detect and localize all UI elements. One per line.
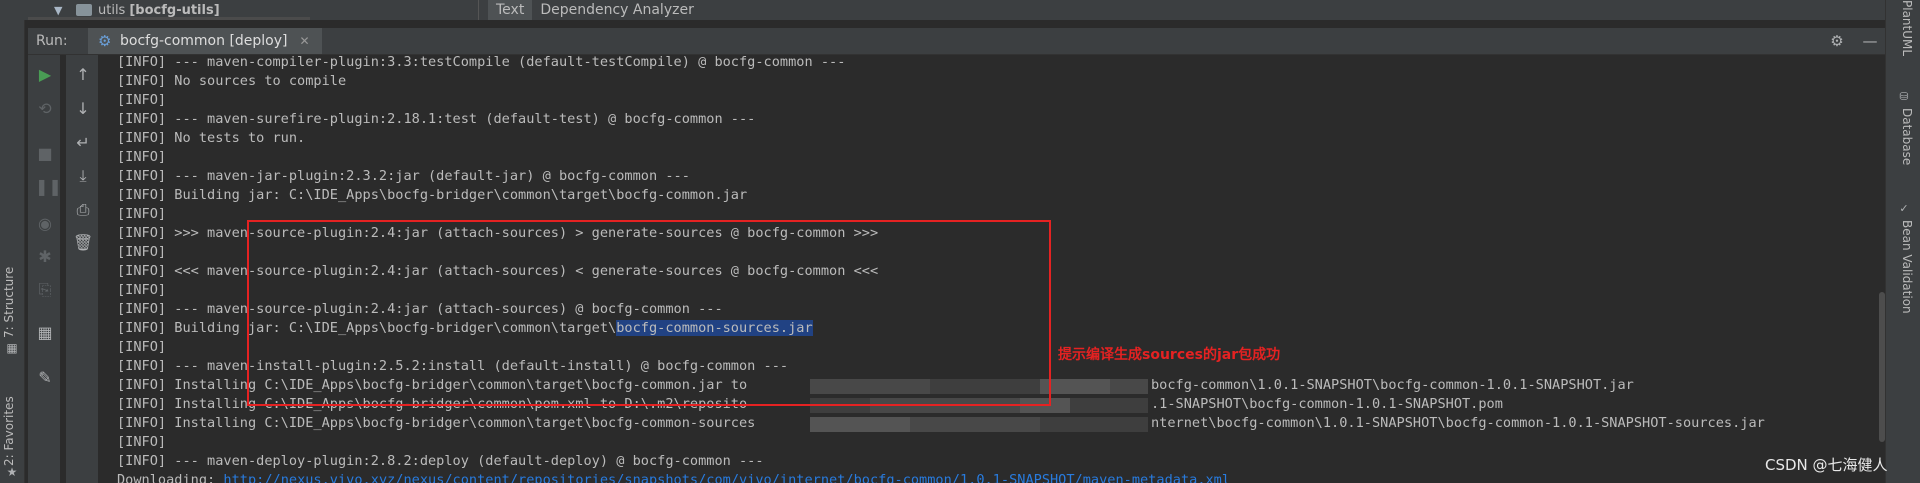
console-line-tail: nternet\bocfg-common\1.0.1-SNAPSHOT\bocf… [1151, 415, 1765, 431]
settings-gear-icon[interactable]: ⚙ [1828, 32, 1846, 50]
tree-item-module: [bocfg-utils] [129, 2, 220, 18]
console-line: [INFO] --- maven-compiler-plugin:3.3:tes… [117, 55, 846, 70]
folder-icon [76, 4, 92, 16]
console-line: [INFO] [117, 339, 167, 355]
maven-gear-icon: ⚙ [98, 32, 112, 50]
collapse-arrow-icon[interactable]: ▼ [54, 4, 68, 17]
debug-icon[interactable]: ✱ [35, 247, 55, 267]
divider [478, 0, 479, 20]
tree-selection-bar [28, 17, 310, 20]
arrow-down-icon[interactable]: ↓ [73, 99, 93, 119]
run-toolbar-primary: ▶ ⟲ ■ ❚❚ ◉ ✱ ⎘ ▦ ✎ [28, 55, 62, 483]
download-link[interactable]: http://nexus.vivo.xyz/nexus/content/repo… [223, 472, 1230, 483]
console-line: [INFO] [117, 244, 167, 260]
redacted-block [810, 417, 910, 432]
trash-icon[interactable]: 🗑 [73, 233, 93, 253]
run-tab-title: bocfg-common [deploy] [120, 33, 288, 49]
redacted-block [910, 417, 1040, 432]
console-line: [INFO] Installing C:\IDE_Apps\bocfg-brid… [117, 415, 756, 431]
run-label: Run: [36, 33, 68, 49]
tab-text[interactable]: Text [488, 0, 533, 20]
minimize-icon[interactable]: — [1861, 32, 1879, 50]
console-line: [INFO] No sources to compile [117, 73, 347, 89]
soft-wrap-icon[interactable]: ↵ [73, 133, 93, 153]
pin-icon[interactable]: ✎ [35, 368, 55, 388]
redacted-block [1110, 379, 1148, 394]
console-line: [INFO] [117, 282, 167, 298]
close-icon[interactable]: ✕ [300, 34, 310, 48]
console-line-downloading: Downloading: http://nexus.vivo.xyz/nexus… [117, 471, 1230, 483]
console-line: [INFO] --- maven-surefire-plugin:2.18.1:… [117, 111, 756, 127]
arrow-up-icon[interactable]: ↑ [73, 65, 93, 85]
console-line: [INFO] [117, 149, 167, 165]
database-tool-button[interactable]: Database [1894, 108, 1914, 172]
right-tool-stripe: PlantUML ⛁ Database ✓ Bean Validation [1885, 0, 1920, 483]
stop-icon[interactable]: ■ [35, 144, 55, 164]
editor-tab-bar: Text Dependency Analyzer [488, 0, 702, 20]
console-line: [INFO] Building jar: C:\IDE_Apps\bocfg-b… [117, 187, 748, 203]
console-line: [INFO] [117, 206, 167, 222]
console-output[interactable]: [INFO] --- maven-compiler-plugin:3.3:tes… [108, 55, 1877, 483]
restore-layout-icon[interactable]: ⎘ [35, 280, 55, 300]
run-toolbar-secondary: ↑ ↓ ↵ ⤓ ⎙ 🗑 [66, 55, 98, 483]
console-line: [INFO] --- maven-deploy-plugin:2.8.2:dep… [117, 453, 764, 469]
run-tab-bocfg-common-deploy[interactable]: ⚙ bocfg-common [deploy] ✕ [88, 28, 322, 54]
layout-icon[interactable]: ▦ [35, 323, 55, 343]
rerun-failed-icon[interactable]: ⟲ [35, 99, 55, 119]
console-line: [INFO] --- maven-jar-plugin:2.3.2:jar (d… [117, 168, 690, 184]
favorites-tool-button[interactable]: 2: Favorites [2, 388, 22, 466]
console-line: [INFO] [117, 92, 167, 108]
plantuml-tool-button[interactable]: PlantUML [1894, 0, 1914, 62]
run-tool-window-header: Run: ⚙ bocfg-common [deploy] ✕ ⚙ — [28, 28, 1885, 55]
bean-validation-icon: ✓ [1899, 202, 1909, 215]
tree-item-label: utils [98, 2, 126, 18]
console-line-tail: .1-SNAPSHOT\bocfg-common-1.0.1-SNAPSHOT.… [1151, 396, 1503, 412]
console-line: [INFO] No tests to run. [117, 130, 306, 146]
structure-tool-button[interactable]: 7: Structure [2, 260, 22, 338]
left-tool-stripe: ▦ 7: Structure 2: Favorites ★ [0, 20, 25, 483]
console-line: [INFO] [117, 434, 167, 450]
tab-dependency-analyzer[interactable]: Dependency Analyzer [532, 0, 702, 20]
scroll-to-end-icon[interactable]: ⤓ [73, 166, 93, 186]
database-icon: ⛁ [1899, 90, 1909, 103]
dump-threads-icon[interactable]: ◉ [35, 214, 55, 234]
redacted-block [1040, 417, 1148, 432]
bean-validation-tool-button[interactable]: Bean Validation [1894, 220, 1914, 320]
console-line-tail: bocfg-common\1.0.1-SNAPSHOT\bocfg-common… [1151, 377, 1634, 393]
annotation-text: 提示编译生成sources的jar包成功 [1058, 347, 1281, 363]
structure-icon: ▦ [6, 341, 18, 355]
highlight-box [247, 220, 1051, 406]
star-icon: ★ [6, 465, 18, 479]
pause-icon[interactable]: ❚❚ [35, 177, 62, 197]
downloading-label: Downloading: [117, 472, 224, 483]
print-icon[interactable]: ⎙ [73, 200, 93, 220]
redacted-block [1070, 398, 1148, 413]
watermark: CSDN @七海健人 [1765, 456, 1888, 474]
rerun-icon[interactable]: ▶ [35, 65, 55, 85]
